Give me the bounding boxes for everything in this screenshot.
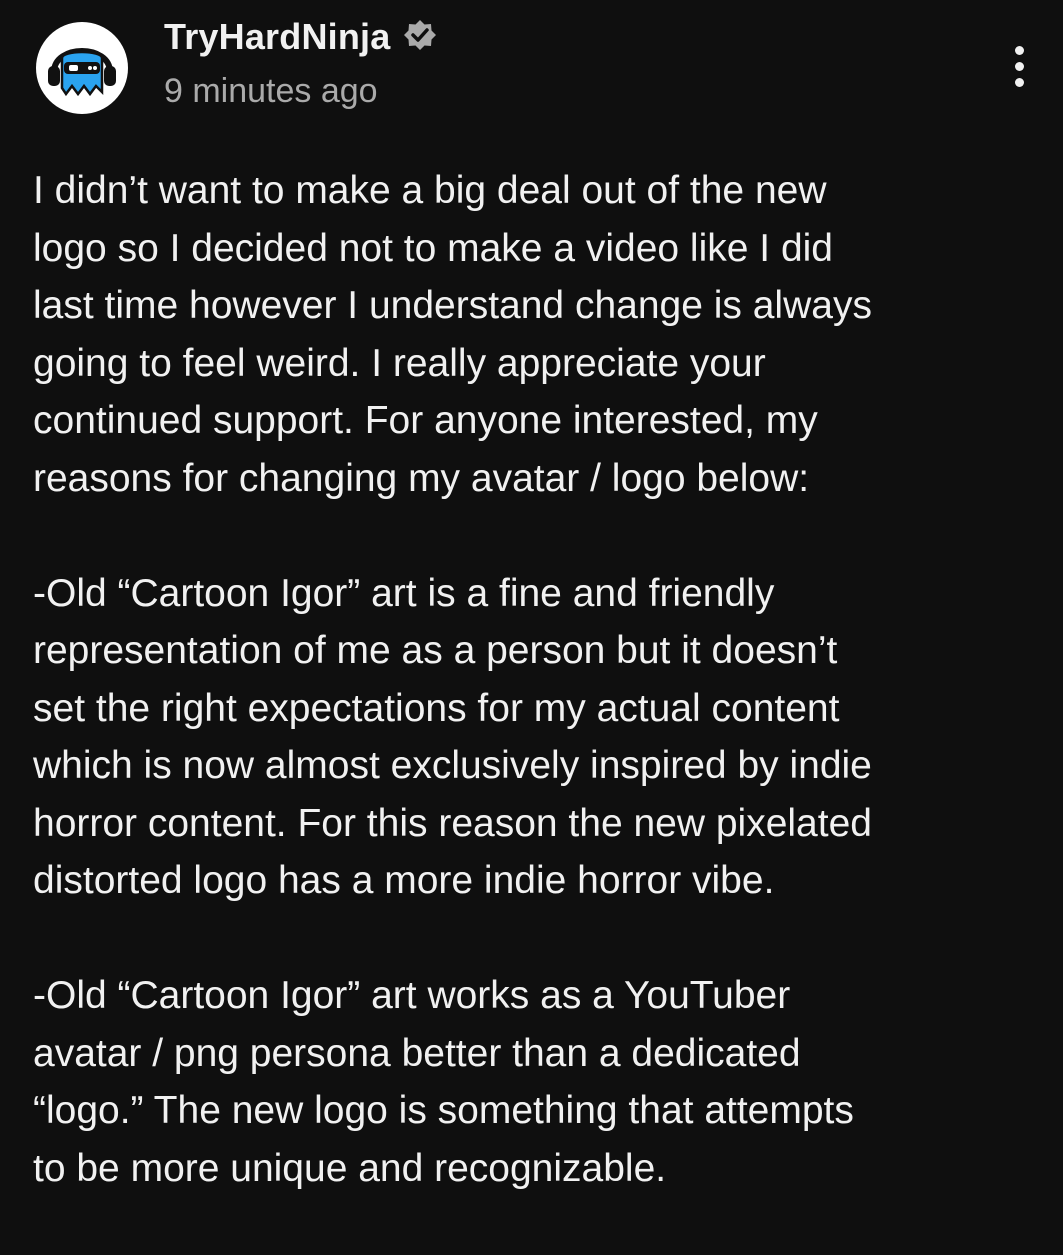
text-line: reasons for changing my avatar / logo be… (33, 456, 810, 500)
post-timestamp[interactable]: 9 minutes ago (164, 72, 440, 111)
ninja-headphones-avatar-icon (48, 48, 116, 97)
text-line: representation of me as a person but it … (33, 629, 838, 672)
text-line: which is now almost exclusively inspired… (33, 744, 872, 787)
text-line: horror content. For this reason the new … (33, 801, 872, 845)
text-line: -Old “Cartoon Igor” art works as a YouTu… (33, 974, 791, 1017)
text-line: going to feel weird. I really appreciate… (33, 341, 766, 385)
channel-name[interactable]: TryHardNinja (164, 16, 390, 58)
text-line: -Old “Cartoon Igor” art is a fine and fr… (33, 571, 775, 615)
text-line: set the right expectations for my actual… (33, 686, 840, 730)
channel-name-row: TryHardNinja (164, 14, 440, 60)
community-post: TryHardNinja 9 minutes ago I didn’t want… (0, 0, 1063, 1200)
more-options-button[interactable] (996, 36, 1042, 96)
post-paragraph: -Old “Cartoon Igor” art works as a YouTu… (33, 967, 1033, 1197)
post-paragraph: -Old “Cartoon Igor” art is a fine and fr… (33, 565, 1033, 910)
verified-badge-icon (400, 17, 440, 57)
text-line: avatar / png persona better than a dedic… (33, 1031, 801, 1075)
text-line: distorted logo has a more indie horror v… (33, 859, 775, 902)
post-header: TryHardNinja 9 minutes ago (164, 14, 440, 111)
text-line: “logo.” The new logo is something that a… (33, 1089, 854, 1132)
more-vert-icon-dot (1014, 61, 1024, 71)
text-line: to be more unique and recognizable. (33, 1146, 667, 1190)
post-body: I didn’t want to make a big deal out of … (33, 162, 1033, 1255)
text-line: last time however I understand change is… (33, 284, 872, 327)
more-vert-icon (1014, 45, 1024, 55)
post-paragraph: I didn’t want to make a big deal out of … (33, 162, 1033, 507)
more-vert-icon-dot (1014, 77, 1024, 87)
text-line: logo so I decided not to make a video li… (33, 226, 833, 270)
text-line: continued support. For anyone interested… (33, 399, 818, 442)
text-line: I didn’t want to make a big deal out of … (33, 169, 827, 212)
channel-avatar[interactable] (36, 22, 128, 114)
